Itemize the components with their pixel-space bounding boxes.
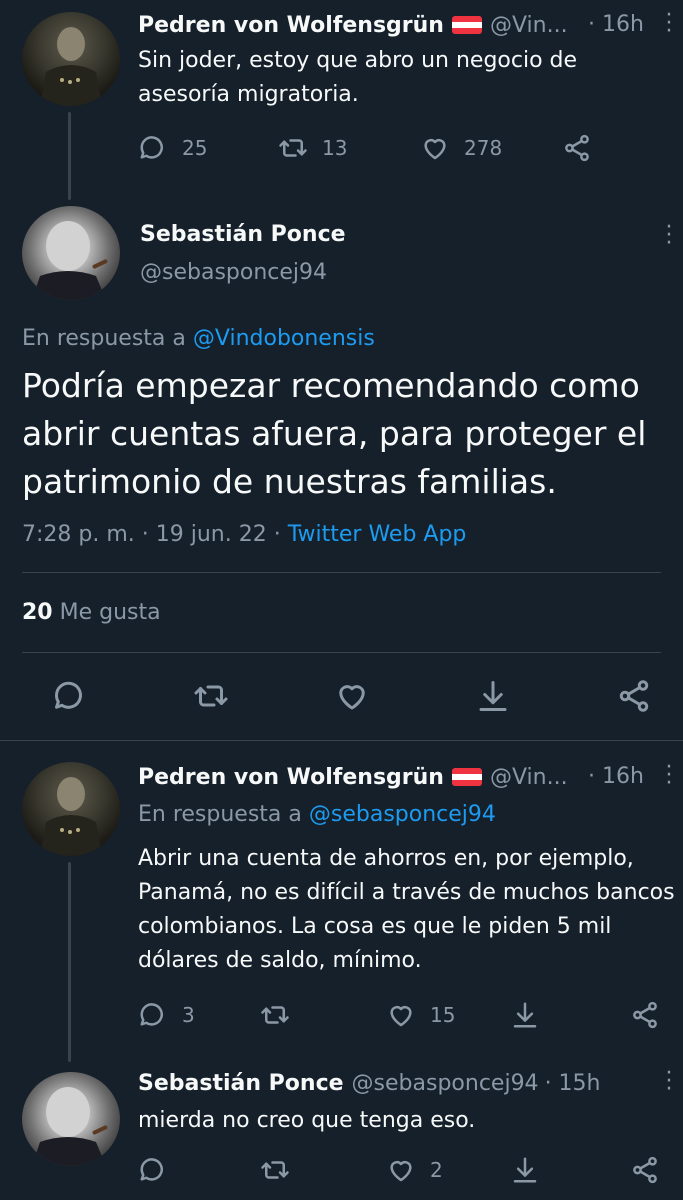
likes-count: 20 — [22, 600, 53, 625]
author-name[interactable]: Pedren von Wolfensgrün — [138, 13, 444, 38]
avatar-portrait — [40, 777, 102, 856]
tweet-header: Pedren von Wolfensgrün @Vin... — [138, 760, 568, 794]
reply-prefix: En respuesta a — [138, 802, 302, 827]
more-icon[interactable]: · · · — [664, 5, 674, 43]
avatar[interactable] — [22, 762, 120, 856]
retweet-button[interactable]: 13 — [278, 128, 347, 168]
tweet-text: Abrir una cuenta de ahorros en, por ejem… — [138, 846, 675, 973]
like-button[interactable]: 15 — [386, 995, 455, 1035]
author-handle[interactable]: @sebasponcej94 — [140, 256, 327, 290]
like-icon — [390, 1161, 412, 1182]
tweet-time[interactable]: · 16h — [588, 8, 644, 42]
thread-line — [68, 112, 71, 200]
tweet-header: Sebastián Ponce @sebasponcej94 · 15h — [138, 1066, 601, 1100]
like-icon — [339, 685, 365, 710]
avatar-portrait — [40, 27, 102, 106]
tweet-time[interactable]: · 15h — [545, 1071, 601, 1096]
avatar[interactable] — [22, 12, 120, 106]
more-icon[interactable]: · · · — [664, 1063, 674, 1101]
reply-context: En respuesta a @sebasponcej94 — [138, 798, 496, 832]
reply-button[interactable]: 3 — [138, 995, 195, 1035]
reply-count: 25 — [182, 136, 208, 160]
austria-flag-icon — [451, 768, 482, 786]
likes-label: Me gusta — [59, 600, 161, 625]
author-name[interactable]: Sebastián Ponce — [140, 218, 346, 252]
retweet-icon — [194, 685, 228, 707]
tweet-actions: 25 13 278 — [138, 128, 618, 168]
like-count: 278 — [464, 136, 503, 160]
author-name[interactable]: Sebastián Ponce — [138, 1071, 344, 1096]
share-button[interactable] — [630, 995, 660, 1035]
share-button[interactable] — [614, 676, 654, 716]
avatar-portrait — [32, 221, 108, 300]
share-icon — [633, 1156, 657, 1184]
tweet-actions: 2 — [138, 1150, 668, 1190]
download-icon — [513, 1157, 537, 1183]
download-button[interactable] — [510, 995, 540, 1035]
tweet-text: Sin joder, estoy que abro un negocio de … — [138, 48, 578, 107]
retweet-icon — [261, 1161, 289, 1179]
tweet-actions: 3 15 — [138, 995, 668, 1035]
divider — [22, 572, 661, 573]
like-button[interactable]: 2 — [386, 1150, 443, 1190]
reply-button[interactable] — [50, 676, 90, 716]
tweet-source-link[interactable]: Twitter Web App — [288, 522, 467, 547]
reply-context: En respuesta a @Vindobonensis — [22, 322, 375, 356]
tweet-timestamp[interactable]: 7:28 p. m. · 19 jun. 22 · — [22, 522, 281, 547]
tweet-text: mierda no creo que tenga eso. — [138, 1108, 476, 1133]
like-icon — [424, 139, 446, 160]
retweet-icon — [279, 139, 307, 157]
avatar-portrait — [32, 1087, 108, 1166]
like-button[interactable] — [332, 676, 372, 716]
tweet-time[interactable]: · 16h — [588, 760, 644, 794]
like-button[interactable]: 278 — [420, 128, 502, 168]
share-button[interactable] — [562, 128, 592, 168]
divider — [0, 740, 683, 741]
like-count: 2 — [430, 1158, 443, 1182]
author-handle[interactable]: @Vin... — [490, 765, 568, 790]
reply-button[interactable]: 25 — [138, 128, 207, 168]
reply-icon — [140, 136, 163, 159]
reply-icon — [140, 1158, 163, 1181]
reply-icon — [55, 681, 82, 709]
tweet-header: Pedren von Wolfensgrün @Vin... — [138, 8, 568, 42]
reply-button[interactable] — [138, 1150, 168, 1190]
focus-actions — [0, 676, 683, 716]
avatar[interactable] — [22, 1072, 120, 1166]
tweet-meta: 7:28 p. m. · 19 jun. 22 · Twitter Web Ap… — [22, 518, 466, 552]
more-icon[interactable]: · · · — [664, 217, 674, 255]
author-handle[interactable]: @sebasponcej94 — [352, 1071, 539, 1096]
share-icon — [619, 680, 649, 712]
share-icon — [565, 134, 589, 162]
thread-line — [68, 862, 71, 1062]
likes-summary[interactable]: 20 Me gusta — [22, 596, 161, 630]
retweet-button[interactable] — [191, 676, 231, 716]
share-icon — [633, 1001, 657, 1029]
reply-icon — [140, 1003, 163, 1026]
retweet-count: 13 — [322, 136, 348, 160]
share-button[interactable] — [630, 1150, 660, 1190]
like-icon — [390, 1006, 412, 1027]
reply-count: 3 — [182, 1003, 195, 1027]
focus-tweet-text: Podría empezar recomendando como abrir c… — [22, 366, 647, 501]
reply-prefix: En respuesta a — [22, 326, 186, 351]
download-button[interactable] — [473, 676, 513, 716]
download-button[interactable] — [510, 1150, 540, 1190]
reply-to-link[interactable]: @Vindobonensis — [193, 326, 375, 351]
download-icon — [513, 1002, 537, 1028]
download-icon — [479, 681, 507, 711]
reply-to-link[interactable]: @sebasponcej94 — [309, 802, 496, 827]
divider — [22, 652, 661, 653]
retweet-button[interactable] — [260, 1150, 290, 1190]
like-count: 15 — [430, 1003, 456, 1027]
more-icon[interactable]: · · · — [664, 757, 674, 795]
retweet-button[interactable] — [260, 995, 290, 1035]
author-name[interactable]: Pedren von Wolfensgrün — [138, 765, 444, 790]
retweet-icon — [261, 1006, 289, 1024]
avatar[interactable] — [22, 206, 120, 300]
austria-flag-icon — [451, 16, 482, 34]
author-handle[interactable]: @Vin... — [490, 13, 568, 38]
